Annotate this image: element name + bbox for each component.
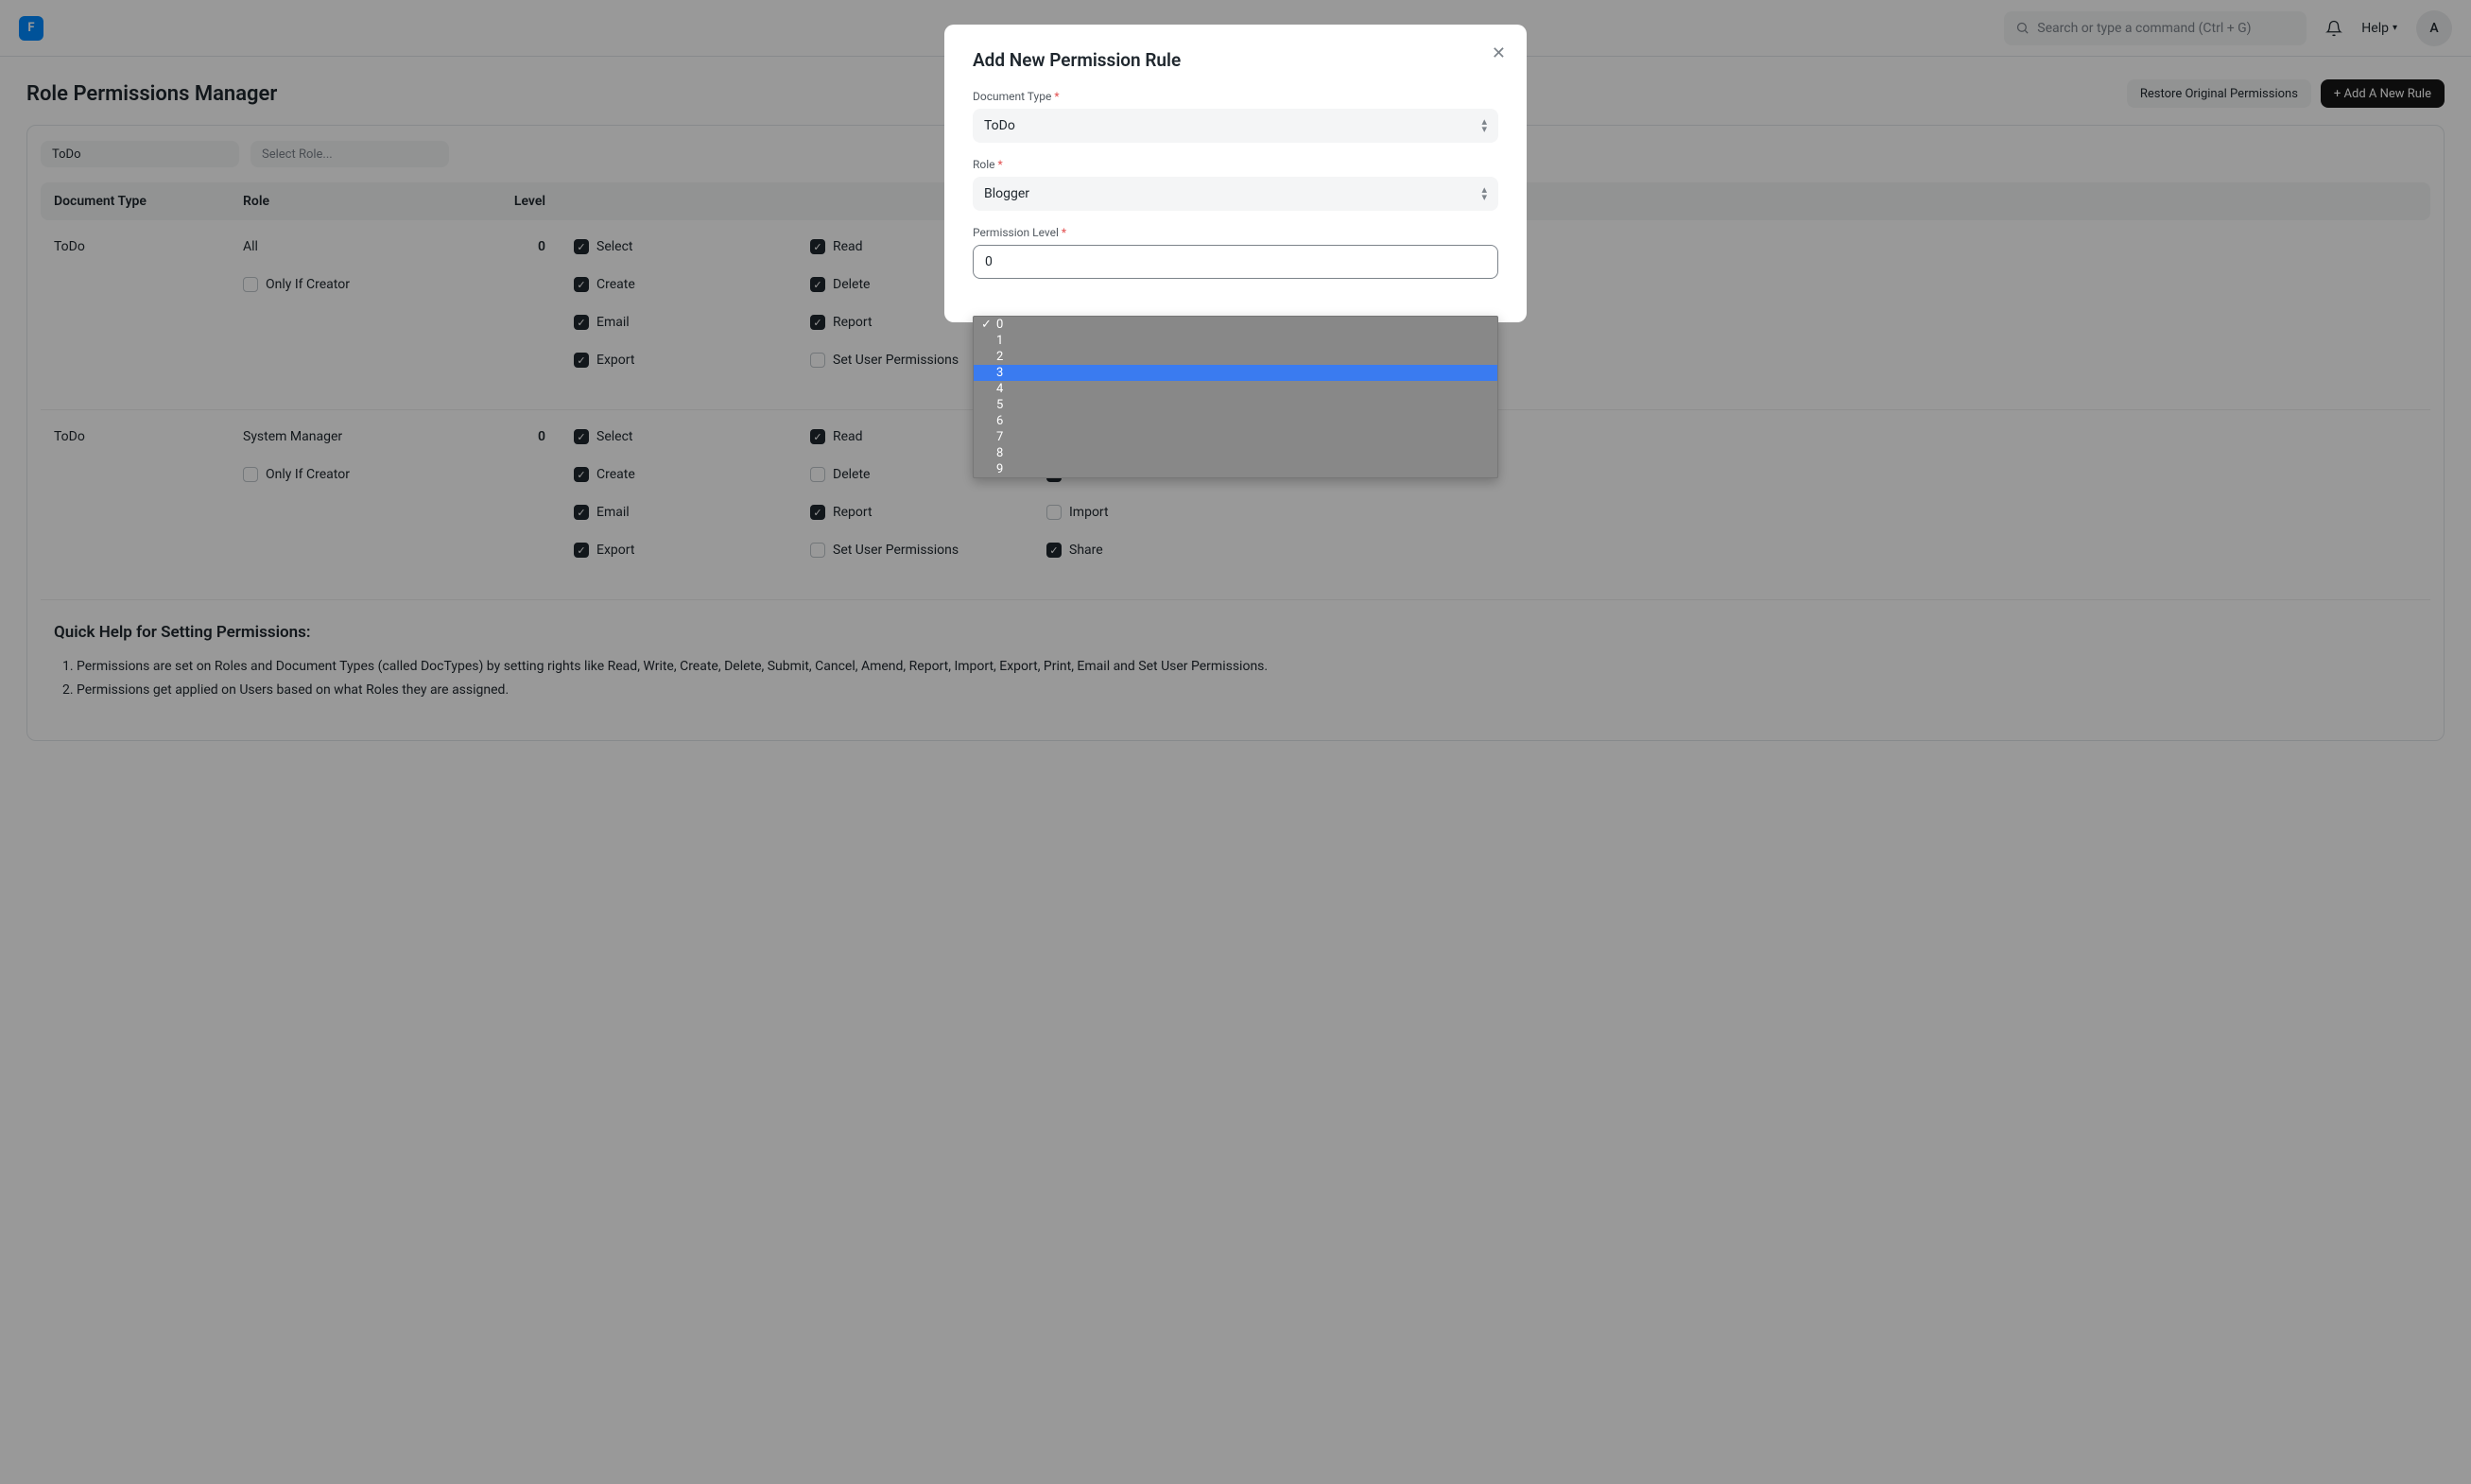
doctype-field[interactable]: ToDo ▴▾ [973, 109, 1498, 143]
doctype-field-label: Document Type * [973, 90, 1498, 103]
role-field-label: Role * [973, 158, 1498, 171]
role-field-value: Blogger [984, 186, 1029, 201]
permission-level-field-label: Permission Level * [973, 226, 1498, 239]
permission-level-value: 0 [985, 254, 993, 269]
updown-icon: ▴▾ [1481, 186, 1487, 201]
modal-title: Add New Permission Rule [973, 49, 1498, 71]
role-field[interactable]: Blogger ▴▾ [973, 177, 1498, 211]
modal-overlay: Add New Permission Rule ✕ Document Type … [0, 0, 2471, 1484]
dropdown-option[interactable]: 8 [974, 445, 1497, 461]
dropdown-option[interactable]: 2 [974, 349, 1497, 365]
dropdown-option[interactable]: 5 [974, 397, 1497, 413]
updown-icon: ▴▾ [1481, 118, 1487, 133]
dropdown-option[interactable]: 7 [974, 429, 1497, 445]
dropdown-option[interactable]: 1 [974, 333, 1497, 349]
close-icon[interactable]: ✕ [1492, 43, 1506, 63]
add-rule-modal: Add New Permission Rule ✕ Document Type … [944, 25, 1527, 322]
dropdown-option[interactable]: 6 [974, 413, 1497, 429]
doctype-field-value: ToDo [984, 118, 1015, 133]
dropdown-option[interactable]: 0 [974, 317, 1497, 333]
dropdown-option[interactable]: 9 [974, 461, 1497, 477]
permission-level-dropdown[interactable]: 0123456789 [973, 316, 1498, 478]
permission-level-field[interactable]: 0 [973, 245, 1498, 279]
dropdown-option[interactable]: 4 [974, 381, 1497, 397]
dropdown-option[interactable]: 3 [974, 365, 1497, 381]
